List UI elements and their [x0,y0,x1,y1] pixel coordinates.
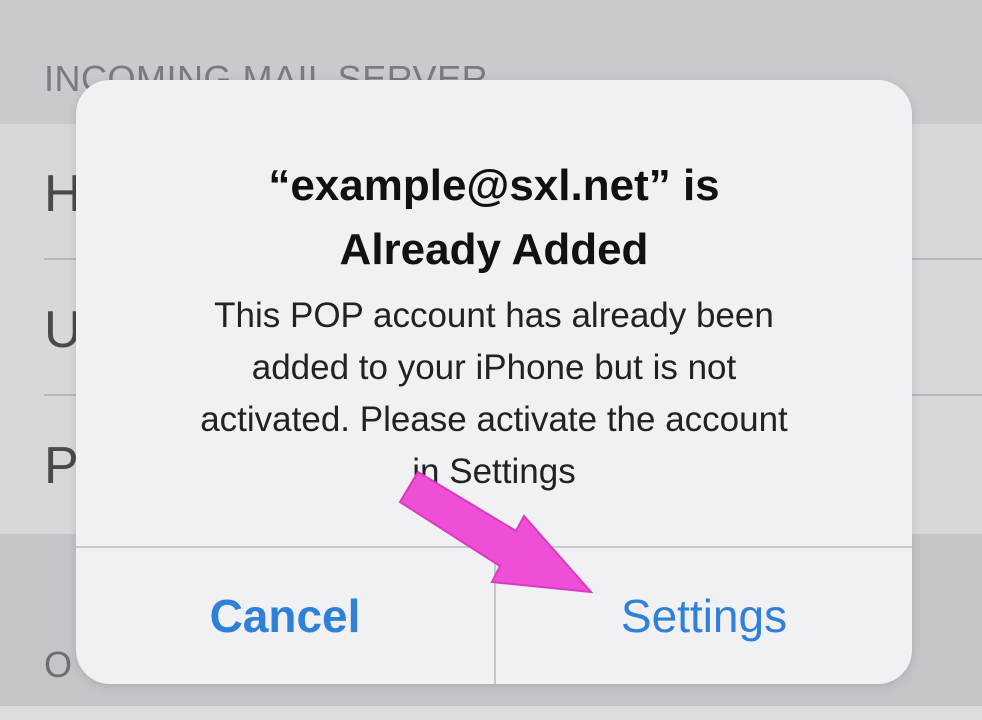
annotation-arrow-shape [398,470,594,594]
annotation-arrow-icon [398,470,594,594]
